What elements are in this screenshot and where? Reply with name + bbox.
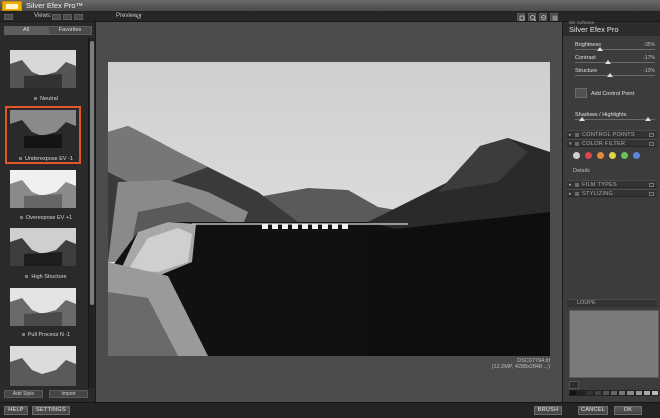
preset-label: Pull Process N -1: [4, 332, 88, 338]
background-toggle-icon[interactable]: [550, 13, 558, 21]
preset-thumbnail[interactable]: [10, 228, 76, 266]
filter-red-swatch[interactable]: [585, 152, 592, 159]
preset-thumbnail-selected[interactable]: [10, 110, 76, 148]
section-toggle-icon[interactable]: [649, 183, 654, 187]
filter-neutral-swatch[interactable]: [573, 152, 580, 159]
views-label: Views:: [34, 13, 52, 19]
zone-scale: [569, 390, 660, 398]
import-button[interactable]: Import: [49, 390, 88, 398]
chevron-right-icon: ▸: [569, 132, 572, 138]
preset-label: Neutral: [4, 96, 88, 102]
zoom-in-icon[interactable]: [539, 13, 547, 21]
toolbar: Views: Preview: ↺: [0, 12, 660, 22]
section-toggle-icon[interactable]: [649, 192, 654, 196]
details-label[interactable]: Details: [573, 168, 590, 174]
shadows-highlights-slider[interactable]: Shadows / Highlights: [575, 112, 655, 122]
side-by-side-view-button[interactable]: [74, 14, 83, 20]
shadows-knob[interactable]: [579, 117, 585, 121]
split-view-button[interactable]: [63, 14, 72, 20]
single-view-button[interactable]: [52, 14, 61, 20]
brush-button[interactable]: BRUSH: [534, 406, 562, 415]
filter-green-swatch[interactable]: [621, 152, 628, 159]
section-icon: [575, 142, 579, 146]
chevron-down-icon: ▾: [569, 141, 572, 147]
app-window: Silver Efex Pro™ Views: Preview: ↺ All F…: [0, 0, 660, 418]
cancel-button[interactable]: CANCEL: [578, 406, 608, 415]
preview-area: DSC07794.tif (12.2MP, 4288x2848 ...): [96, 22, 562, 402]
contrast-knob[interactable]: [605, 60, 611, 64]
bottom-bar: HELP SETTINGS BRUSH CANCEL OK: [0, 402, 660, 418]
section-film-types[interactable]: ▸ FILM TYPES: [567, 180, 657, 188]
panel-header: Nik Software Silver Efex Pro: [563, 20, 660, 36]
file-info: DSC07794.tif (12.2MP, 4288x2848 ...): [462, 358, 550, 370]
ok-button[interactable]: OK: [614, 406, 642, 415]
adjustments-panel: Nik Software Silver Efex Pro Brightness …: [562, 20, 660, 402]
toggle-browser-button[interactable]: [4, 14, 13, 20]
presets-panel: All Favorites Neutral Underexpose EV -1: [0, 22, 96, 402]
help-button[interactable]: HELP: [4, 406, 28, 415]
section-color-filter[interactable]: ▾ COLOR FILTER: [567, 139, 657, 147]
preset-thumbnail[interactable]: [10, 288, 76, 326]
preset-thumbnail[interactable]: [10, 170, 76, 208]
brightness-knob[interactable]: [597, 47, 603, 51]
chevron-right-icon: ▸: [569, 191, 572, 197]
structure-slider[interactable]: Structure -10%: [575, 68, 655, 78]
section-icon: [575, 192, 579, 196]
contrast-slider[interactable]: Contrast -17%: [575, 55, 655, 65]
tab-all[interactable]: All: [4, 26, 48, 35]
loupe-header[interactable]: LOUPE: [567, 299, 657, 307]
section-control-points[interactable]: ▸ CONTROL POINTS: [567, 130, 657, 138]
filter-orange-swatch[interactable]: [597, 152, 604, 159]
zoom-tool-icon[interactable]: [528, 13, 537, 22]
section-stylizing[interactable]: ▸ STYLIZING: [567, 189, 657, 197]
settings-button[interactable]: SETTINGS: [32, 406, 70, 415]
color-filter-swatches: [573, 152, 657, 162]
add-control-point-button[interactable]: [575, 88, 587, 98]
structure-knob[interactable]: [607, 73, 613, 77]
presets-scrollbar[interactable]: [88, 38, 94, 388]
app-logo-icon: [2, 1, 22, 11]
hand-tool-icon[interactable]: [517, 13, 525, 21]
panel-title: Silver Efex Pro: [569, 25, 619, 34]
section-icon: [575, 133, 579, 137]
loupe-view[interactable]: [569, 310, 659, 378]
preset-label: Overexpose EV +1: [4, 215, 88, 221]
tab-favorites[interactable]: Favorites: [48, 26, 92, 35]
title-bar: Silver Efex Pro™: [0, 0, 660, 12]
presets-footer: Add Style Import: [4, 390, 88, 398]
scrollbar-thumb[interactable]: [90, 41, 94, 305]
loupe-pin-icon[interactable]: [569, 381, 579, 389]
filter-yellow-swatch[interactable]: [609, 152, 616, 159]
preset-label: Underexpose EV -1: [4, 156, 88, 162]
preview-toggle-icon[interactable]: ↺: [136, 13, 142, 21]
chevron-right-icon: ▸: [569, 182, 572, 188]
preset-thumbnail[interactable]: [10, 50, 76, 88]
preset-tabs: All Favorites: [4, 26, 92, 35]
section-icon: [575, 183, 579, 187]
add-control-point-label: Add Control Point: [591, 91, 635, 97]
section-toggle-icon[interactable]: [649, 133, 654, 137]
preset-label: High Structure: [4, 274, 88, 280]
window-title: Silver Efex Pro™: [26, 1, 84, 10]
filter-blue-swatch[interactable]: [633, 152, 640, 159]
section-toggle-icon[interactable]: [649, 142, 654, 146]
add-style-button[interactable]: Add Style: [4, 390, 43, 398]
brightness-slider[interactable]: Brightness -35%: [575, 42, 655, 52]
highlights-knob[interactable]: [645, 117, 651, 121]
preview-image[interactable]: [108, 62, 550, 356]
file-dimensions: (12.2MP, 4288x2848 ...): [491, 364, 550, 370]
preset-thumbnail[interactable]: [10, 346, 76, 386]
